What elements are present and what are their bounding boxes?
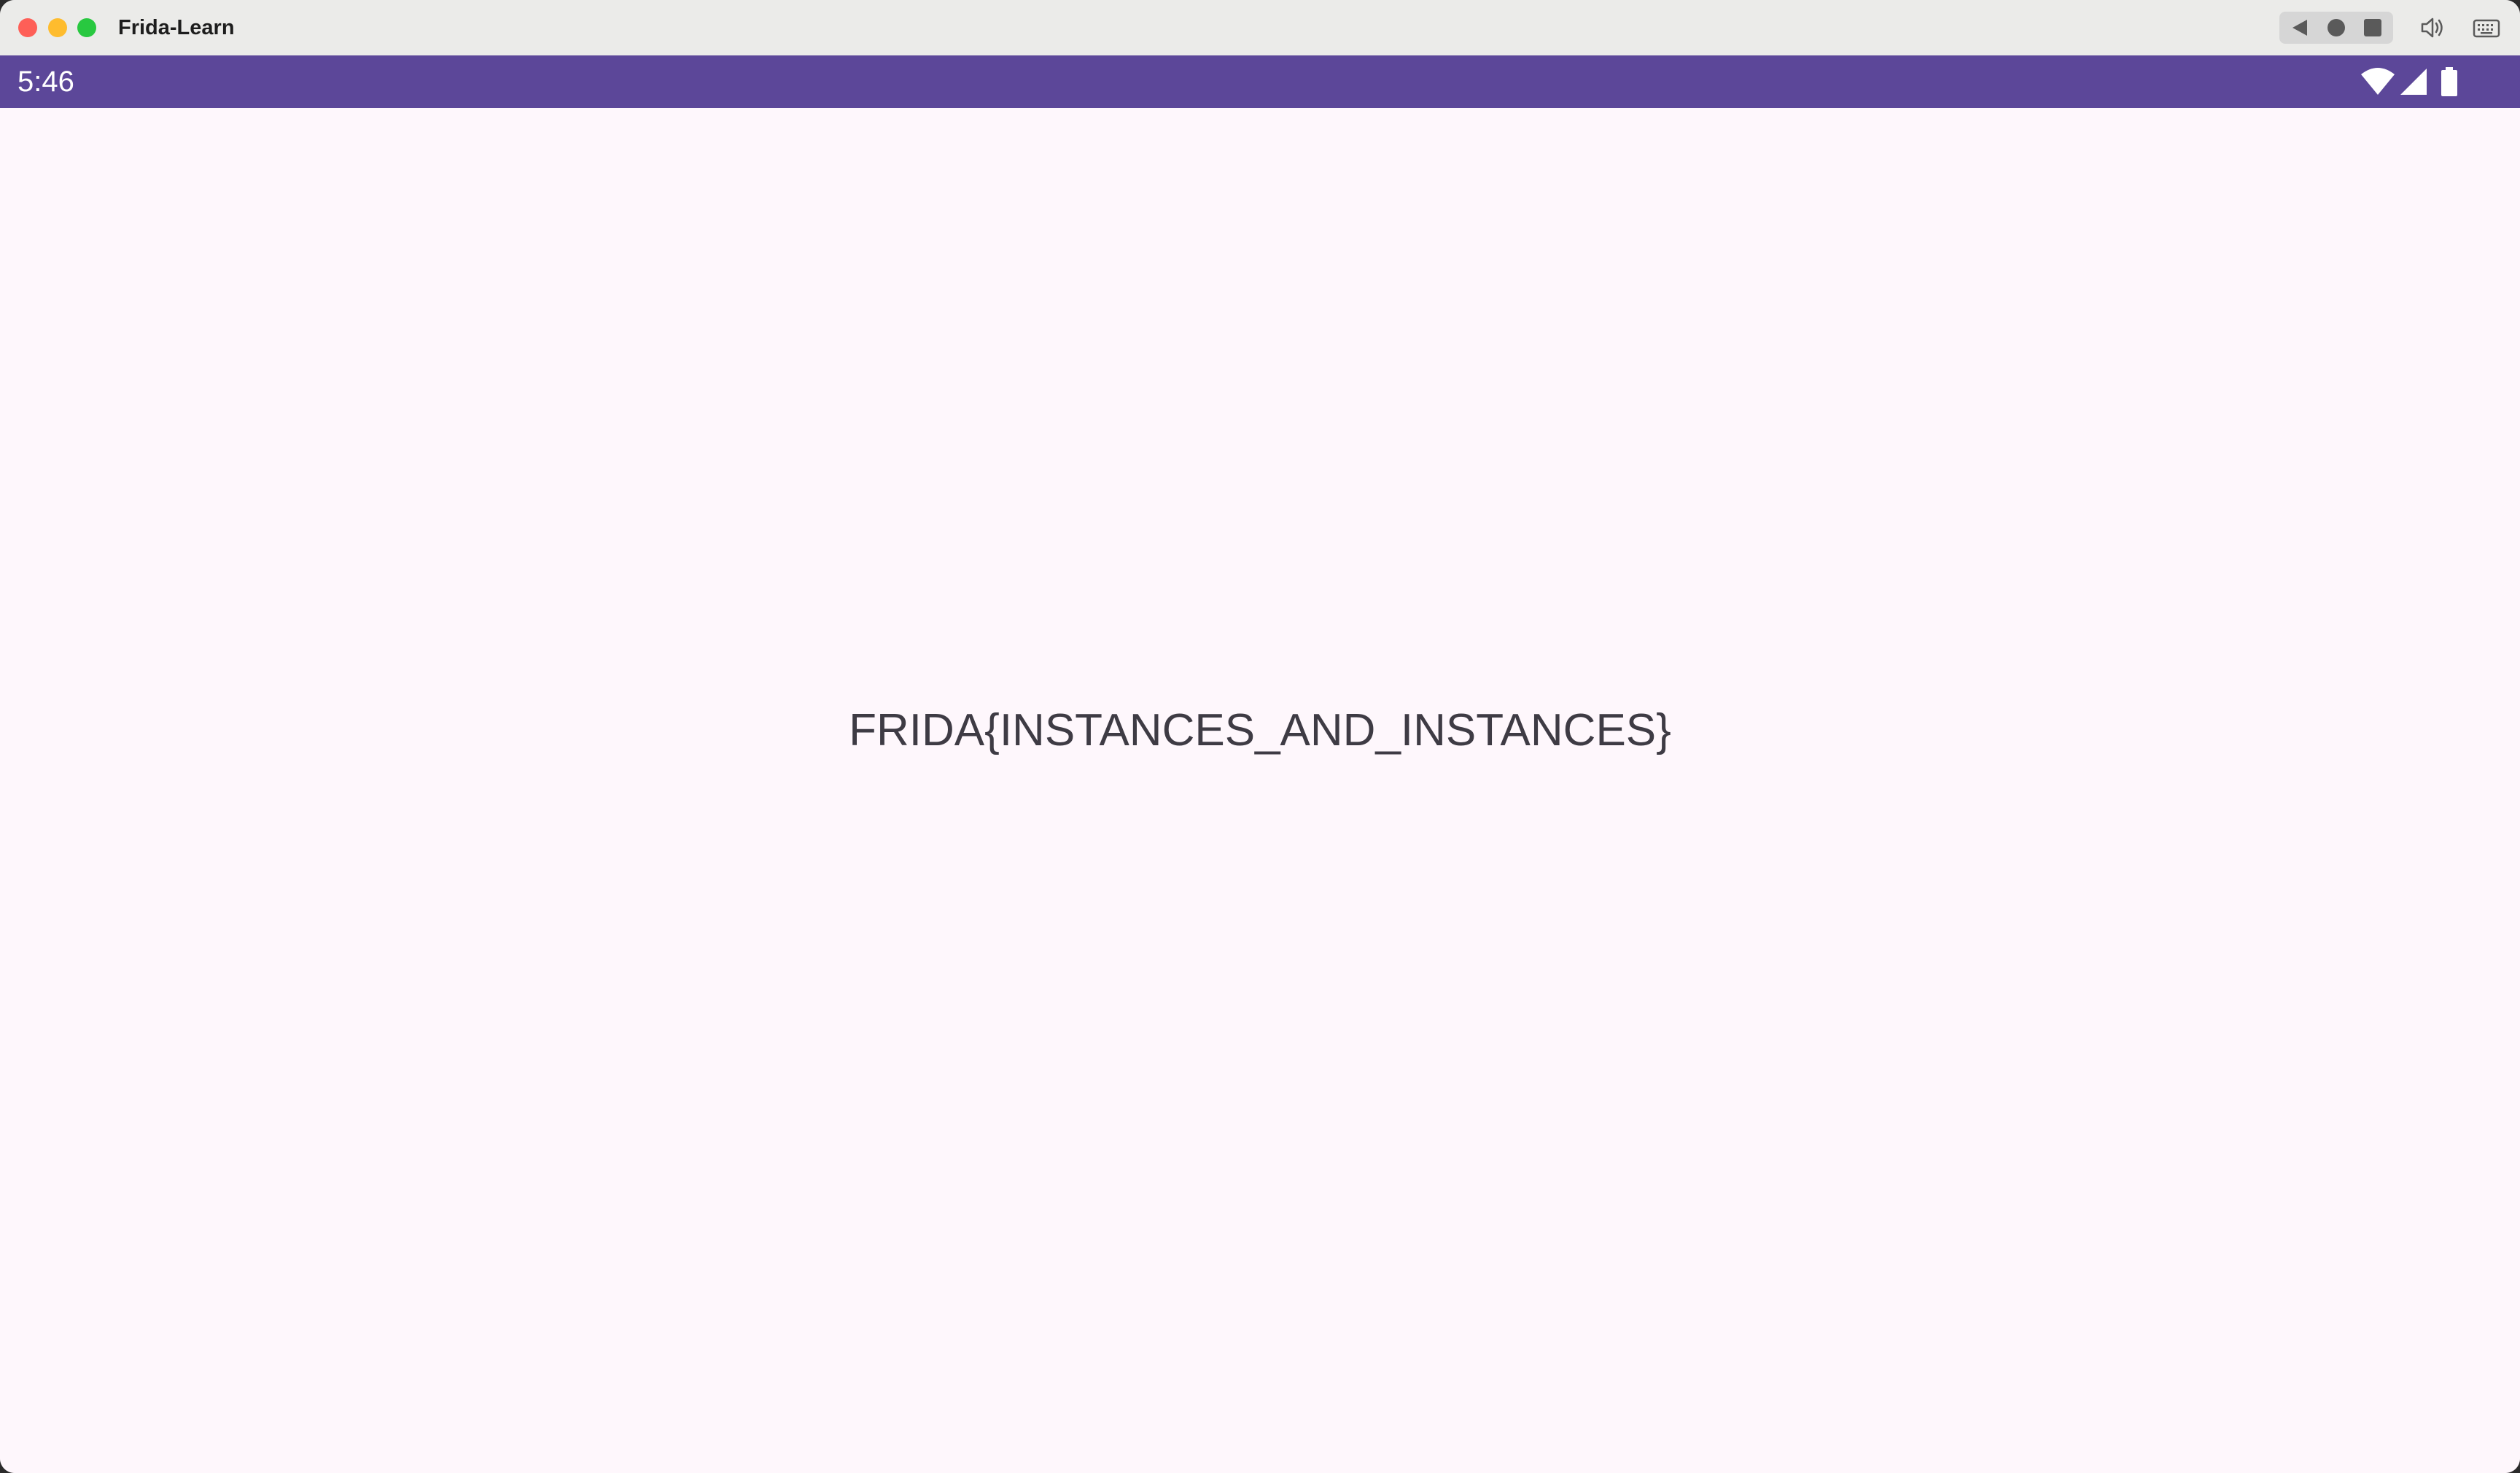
home-icon[interactable]: [2326, 18, 2346, 38]
window-titlebar: Frida-Learn: [0, 0, 2520, 55]
back-icon[interactable]: [2290, 18, 2310, 38]
minimize-window-button[interactable]: [48, 18, 67, 37]
maximize-window-button[interactable]: [77, 18, 96, 37]
app-content-area: FRIDA{INSTANCES_AND_INSTANCES}: [0, 108, 2520, 1473]
android-status-bar: 5:46: [0, 55, 2520, 108]
battery-icon: [2441, 67, 2457, 96]
wifi-icon: [2361, 68, 2395, 95]
flag-text: FRIDA{INSTANCES_AND_INSTANCES}: [849, 705, 1671, 755]
emulator-window: Frida-Learn 5:46 FRIDA{INSTANCES_AND_INS…: [0, 0, 2520, 1473]
recent-apps-icon[interactable]: [2362, 18, 2383, 38]
navigation-button-group: [2279, 12, 2393, 44]
volume-icon[interactable]: [2418, 13, 2447, 42]
status-bar-clock: 5:46: [18, 66, 74, 98]
window-title: Frida-Learn: [118, 16, 235, 39]
close-window-button[interactable]: [18, 18, 37, 37]
cellular-signal-icon: [2400, 69, 2427, 95]
keyboard-icon[interactable]: [2472, 13, 2501, 42]
